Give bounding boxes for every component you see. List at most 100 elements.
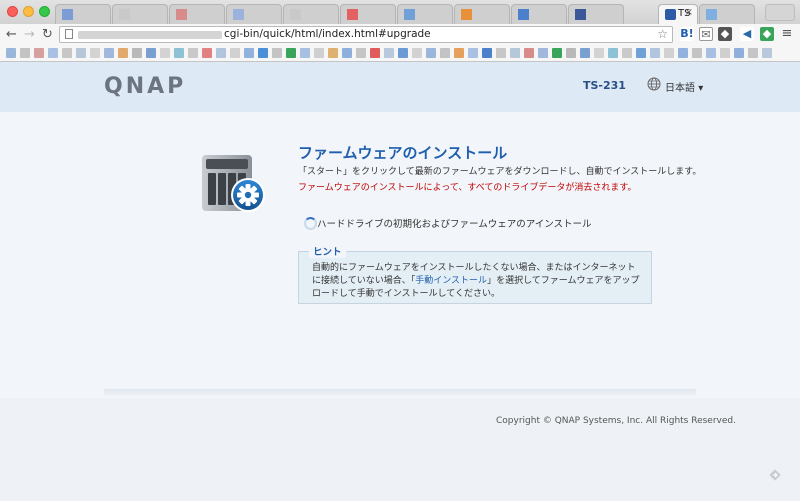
browser-tab[interactable] [55, 4, 111, 24]
bookmark-item[interactable] [370, 48, 380, 58]
bookmark-item[interactable] [300, 48, 310, 58]
browser-tab[interactable] [454, 4, 510, 24]
bookmark-item[interactable] [412, 48, 422, 58]
bookmark-item[interactable] [622, 48, 632, 58]
bookmark-item[interactable] [160, 48, 170, 58]
bookmark-item[interactable] [482, 48, 492, 58]
bookmark-item[interactable] [132, 48, 142, 58]
browser-tab[interactable] [699, 4, 755, 24]
bookmark-item[interactable] [454, 48, 464, 58]
diamond-arrow-icon[interactable] [768, 468, 782, 482]
bookmark-item[interactable] [678, 48, 688, 58]
browser-tab-active[interactable]: TS × [658, 4, 698, 24]
qnap-favicon [665, 9, 676, 20]
browser-tab[interactable] [169, 4, 225, 24]
bookmark-item[interactable] [664, 48, 674, 58]
bookmark-item[interactable] [384, 48, 394, 58]
chevron-down-icon: ▾ [698, 83, 704, 94]
bookmark-item[interactable] [748, 48, 758, 58]
nas-firmware-icon [202, 155, 265, 212]
bookmark-item[interactable] [202, 48, 212, 58]
bookmark-item[interactable] [244, 48, 254, 58]
back-icon[interactable]: ← [6, 27, 17, 43]
bookmark-item[interactable] [272, 48, 282, 58]
bookmark-item[interactable] [706, 48, 716, 58]
profile-button[interactable] [765, 4, 795, 21]
bookmark-item[interactable] [216, 48, 226, 58]
bookmark-item[interactable] [342, 48, 352, 58]
bookmark-item[interactable] [650, 48, 660, 58]
bookmark-item[interactable] [608, 48, 618, 58]
loading-spinner-icon [304, 217, 317, 230]
bookmark-item[interactable] [594, 48, 604, 58]
bookmark-item[interactable] [118, 48, 128, 58]
address-bar[interactable]: cgi-bin/quick/html/index.html#upgrade ☆ [59, 26, 673, 43]
bookmark-item[interactable] [104, 48, 114, 58]
bookmarks-bar [0, 46, 800, 62]
language-label: 日本語 [665, 83, 695, 94]
bookmark-item[interactable] [496, 48, 506, 58]
bookmark-item[interactable] [398, 48, 408, 58]
bookmark-item[interactable] [510, 48, 520, 58]
bookmark-item[interactable] [356, 48, 366, 58]
extension-b-icon[interactable]: B! [680, 27, 694, 41]
browser-tab[interactable] [112, 4, 168, 24]
bookmark-star-icon[interactable]: ☆ [657, 27, 668, 41]
close-tab-icon[interactable]: × [685, 7, 693, 18]
bookmark-item[interactable] [258, 48, 268, 58]
bookmark-item[interactable] [734, 48, 744, 58]
bookmark-item[interactable] [90, 48, 100, 58]
forward-icon[interactable]: → [24, 27, 35, 43]
browser-tab[interactable] [511, 4, 567, 24]
globe-icon[interactable] [647, 77, 661, 91]
bookmark-item[interactable] [188, 48, 198, 58]
bookmark-item[interactable] [62, 48, 72, 58]
bookmark-item[interactable] [762, 48, 772, 58]
bookmark-item[interactable] [524, 48, 534, 58]
close-window-button[interactable] [7, 6, 18, 17]
bookmark-item[interactable] [230, 48, 240, 58]
menu-icon[interactable]: ≡ [780, 27, 794, 41]
bookmark-item[interactable] [76, 48, 86, 58]
hint-text: 自動的にファームウェアをインストールしたくない場合、またはインターネットに接続し… [312, 262, 644, 301]
bookmark-item[interactable] [34, 48, 44, 58]
zoom-window-button[interactable] [39, 6, 50, 17]
bookmark-item[interactable] [314, 48, 324, 58]
copyright-text: Copyright © QNAP Systems, Inc. All Right… [496, 416, 736, 426]
page-title: ファームウェアのインストール [298, 144, 508, 162]
reload-icon[interactable]: ↻ [42, 27, 53, 43]
bookmark-item[interactable] [440, 48, 450, 58]
megaphone-extension-icon[interactable]: ◀ [740, 27, 754, 41]
minimize-window-button[interactable] [23, 6, 34, 17]
bookmark-item[interactable] [538, 48, 548, 58]
browser-tab[interactable] [340, 4, 396, 24]
bookmark-item[interactable] [636, 48, 646, 58]
bookmark-item[interactable] [174, 48, 184, 58]
bookmark-item[interactable] [328, 48, 338, 58]
language-selector[interactable]: 日本語 ▾ [665, 79, 703, 94]
feedly-extension-icon[interactable]: ◆ [760, 27, 774, 41]
tab-strip: TS × [0, 0, 800, 25]
browser-tab[interactable] [226, 4, 282, 24]
browser-tab[interactable] [397, 4, 453, 24]
bookmark-item[interactable] [720, 48, 730, 58]
manual-install-link[interactable]: 手動インストール [415, 276, 487, 286]
mail-extension-icon[interactable]: ✉ [699, 27, 713, 41]
bookmark-item[interactable] [6, 48, 16, 58]
bookmark-item[interactable] [580, 48, 590, 58]
extension-icon[interactable]: ◆ [718, 27, 732, 41]
browser-tab[interactable] [568, 4, 624, 24]
browser-tab[interactable] [283, 4, 339, 24]
bookmark-item[interactable] [566, 48, 576, 58]
bookmark-item[interactable] [692, 48, 702, 58]
bookmark-item[interactable] [552, 48, 562, 58]
bookmark-item[interactable] [468, 48, 478, 58]
bookmark-item[interactable] [286, 48, 296, 58]
bookmark-item[interactable] [146, 48, 156, 58]
install-option-label: ハードドライブの初期化およびファームウェアのアインストール [317, 219, 592, 230]
page-icon [65, 29, 73, 39]
page-description: 「スタート」をクリックして最新のファームウェアをダウンロードし、自動でインストー… [298, 167, 702, 177]
bookmark-item[interactable] [48, 48, 58, 58]
bookmark-item[interactable] [20, 48, 30, 58]
bookmark-item[interactable] [426, 48, 436, 58]
